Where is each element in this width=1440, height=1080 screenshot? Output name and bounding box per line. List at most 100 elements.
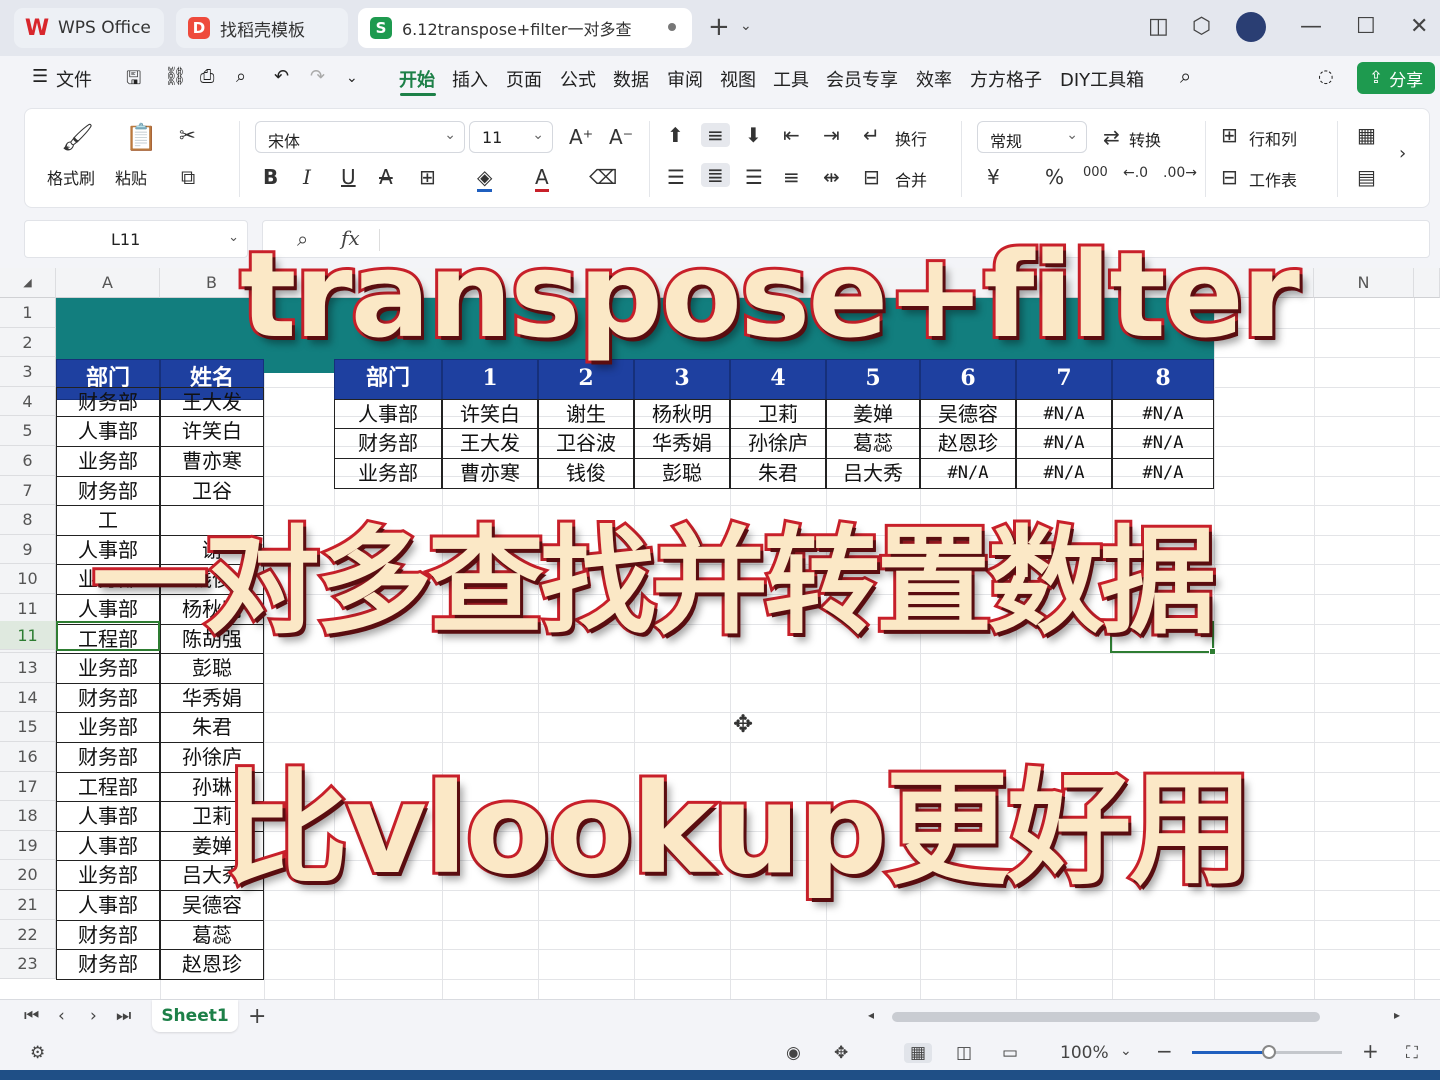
source-data-cell[interactable]: 业务部 bbox=[56, 653, 160, 684]
row-header[interactable]: 1 bbox=[0, 298, 56, 328]
result-data-cell[interactable]: #N/A bbox=[1016, 458, 1112, 489]
menu-file[interactable]: 文件 bbox=[56, 66, 92, 92]
eye-protection-icon[interactable]: ◉ bbox=[786, 1043, 801, 1063]
underline-button[interactable]: U bbox=[341, 165, 356, 189]
result-data-cell[interactable]: #N/A bbox=[1016, 428, 1112, 459]
row-header[interactable]: 13 bbox=[0, 653, 56, 683]
decrease-decimal-icon[interactable]: .00→ bbox=[1163, 165, 1197, 181]
column-header-a[interactable]: A bbox=[56, 268, 160, 298]
result-header-cell[interactable]: 7 bbox=[1016, 359, 1112, 400]
source-data-cell[interactable]: 许笑白 bbox=[160, 416, 264, 447]
result-data-cell[interactable]: 许笑白 bbox=[442, 398, 538, 430]
source-data-cell[interactable]: 人事部 bbox=[56, 416, 160, 447]
decrease-font-icon[interactable]: A⁻ bbox=[609, 125, 633, 149]
redo-icon[interactable]: ↷ bbox=[310, 66, 325, 87]
bold-button[interactable]: B bbox=[263, 165, 278, 189]
tab-wps-office[interactable]: W WPS Office bbox=[14, 8, 164, 48]
source-data-cell[interactable]: 财务部 bbox=[56, 682, 160, 714]
layout-icon[interactable]: ◫ bbox=[1148, 14, 1169, 39]
result-header-cell[interactable]: 8 bbox=[1112, 359, 1214, 400]
result-data-cell[interactable]: 赵恩珍 bbox=[920, 428, 1016, 459]
result-header-cell[interactable]: 3 bbox=[634, 359, 730, 400]
strikethrough-icon[interactable]: A bbox=[379, 165, 393, 189]
ribbon-scroll-right-icon[interactable]: › bbox=[1399, 143, 1406, 164]
source-data-cell[interactable]: 人事部 bbox=[56, 830, 160, 862]
result-data-cell[interactable]: 葛蕊 bbox=[826, 428, 920, 459]
row-header[interactable]: 19 bbox=[0, 830, 56, 861]
result-data-cell[interactable]: 华秀娟 bbox=[634, 428, 730, 459]
row-header[interactable]: 22 bbox=[0, 919, 56, 950]
result-data-cell[interactable]: #N/A bbox=[1016, 398, 1112, 430]
row-header[interactable]: 3 bbox=[0, 357, 56, 387]
format-painter-label[interactable]: 格式刷 bbox=[47, 165, 95, 189]
quick-access-chevron-icon[interactable]: ⌄ bbox=[346, 70, 358, 86]
source-data-cell[interactable]: 王大发 bbox=[160, 386, 264, 418]
page-layout-icon[interactable]: ◫ bbox=[956, 1043, 972, 1063]
row-header-selected[interactable]: 11 bbox=[0, 621, 56, 650]
row-header[interactable]: 18 bbox=[0, 801, 56, 831]
print-icon[interactable]: ⎙ bbox=[200, 66, 214, 87]
next-sheet-icon[interactable]: › bbox=[90, 1006, 97, 1026]
source-data-cell[interactable]: 赵恩珍 bbox=[160, 949, 264, 980]
borders-icon[interactable]: ⊞ bbox=[419, 165, 436, 189]
focus-icon[interactable]: ✥ bbox=[834, 1043, 848, 1063]
source-data-cell[interactable]: 工程部 bbox=[56, 771, 160, 803]
menu-review[interactable]: 审阅 bbox=[667, 66, 703, 92]
result-data-cell[interactable]: 吴德容 bbox=[920, 398, 1016, 430]
source-data-cell[interactable]: 曹亦寒 bbox=[160, 446, 264, 477]
row-header[interactable]: 11 bbox=[0, 594, 56, 624]
row-header[interactable]: 14 bbox=[0, 682, 56, 713]
source-data-cell[interactable]: 财务部 bbox=[56, 919, 160, 951]
menu-diy-toolbox[interactable]: DIY工具箱 bbox=[1060, 66, 1144, 92]
source-data-cell[interactable]: 业务部 bbox=[56, 860, 160, 891]
result-data-cell[interactable]: #N/A bbox=[920, 458, 1016, 489]
menu-data[interactable]: 数据 bbox=[613, 66, 649, 92]
align-left-icon[interactable]: ☰ bbox=[667, 165, 685, 189]
menu-efficiency[interactable]: 效率 bbox=[916, 66, 952, 92]
menu-member[interactable]: 会员专享 bbox=[826, 66, 898, 92]
first-sheet-icon[interactable]: ⏮ bbox=[24, 1006, 39, 1026]
close-icon[interactable]: ✕ bbox=[1410, 14, 1428, 39]
fullscreen-icon[interactable]: ⛶ bbox=[1406, 1043, 1418, 1063]
paste-label[interactable]: 粘贴 bbox=[115, 165, 147, 189]
indent-decrease-icon[interactable]: ⇤ bbox=[783, 123, 800, 147]
source-data-cell[interactable]: 人事部 bbox=[56, 890, 160, 921]
hamburger-icon[interactable]: ☰ bbox=[32, 66, 48, 87]
result-data-cell[interactable]: 朱君 bbox=[730, 458, 826, 489]
result-data-cell[interactable]: 人事部 bbox=[334, 398, 442, 430]
row-header[interactable]: 17 bbox=[0, 771, 56, 802]
name-box[interactable]: L11 ⌄ bbox=[24, 220, 248, 258]
zoom-chevron-down-icon[interactable]: ⌄ bbox=[1120, 1043, 1132, 1059]
cut-icon[interactable]: ✂ bbox=[179, 123, 196, 147]
result-data-cell[interactable]: 杨秋明 bbox=[634, 398, 730, 430]
tab-docer[interactable]: D 找稻壳模板 bbox=[176, 8, 348, 48]
page-break-icon[interactable]: ▭ bbox=[1002, 1043, 1018, 1063]
increase-font-icon[interactable]: A⁺ bbox=[569, 125, 593, 149]
column-header-more[interactable] bbox=[1414, 268, 1440, 298]
result-data-cell[interactable]: 卫莉 bbox=[730, 398, 826, 430]
thousands-button[interactable]: 000 bbox=[1083, 165, 1108, 180]
font-color-icon[interactable]: A bbox=[535, 165, 549, 192]
minimize-icon[interactable]: — bbox=[1300, 14, 1322, 39]
result-data-cell[interactable]: 谢生 bbox=[538, 398, 634, 430]
font-size-select[interactable]: 11 ⌄ bbox=[469, 121, 553, 153]
paste-icon[interactable]: 📋 bbox=[125, 123, 157, 153]
source-data-cell[interactable]: 业务部 bbox=[56, 446, 160, 477]
horizontal-scrollbar[interactable] bbox=[892, 1012, 1320, 1022]
align-center-icon[interactable]: ≣ bbox=[701, 163, 730, 187]
print-preview-icon[interactable]: ⌕ bbox=[236, 66, 246, 87]
zoom-slider-thumb[interactable] bbox=[1262, 1045, 1276, 1059]
result-data-cell[interactable]: 姜婵 bbox=[826, 398, 920, 430]
row-header[interactable]: 20 bbox=[0, 860, 56, 890]
merge-label[interactable]: 合并 bbox=[895, 167, 927, 191]
menu-fangfang[interactable]: 方方格子 bbox=[970, 66, 1042, 92]
source-data-cell[interactable]: 财务部 bbox=[56, 386, 160, 418]
tab-list-chevron-icon[interactable]: ⌄ bbox=[740, 18, 752, 34]
clear-format-icon[interactable]: ⌫ bbox=[589, 165, 617, 189]
link-icon[interactable]: ⛓ bbox=[164, 66, 187, 87]
save-icon[interactable]: 🖫 bbox=[126, 66, 141, 96]
italic-button[interactable]: I bbox=[303, 165, 311, 189]
rows-cols-label[interactable]: 行和列 bbox=[1249, 126, 1297, 150]
result-data-cell[interactable]: #N/A bbox=[1112, 428, 1214, 459]
prev-sheet-icon[interactable]: ‹ bbox=[58, 1006, 65, 1026]
